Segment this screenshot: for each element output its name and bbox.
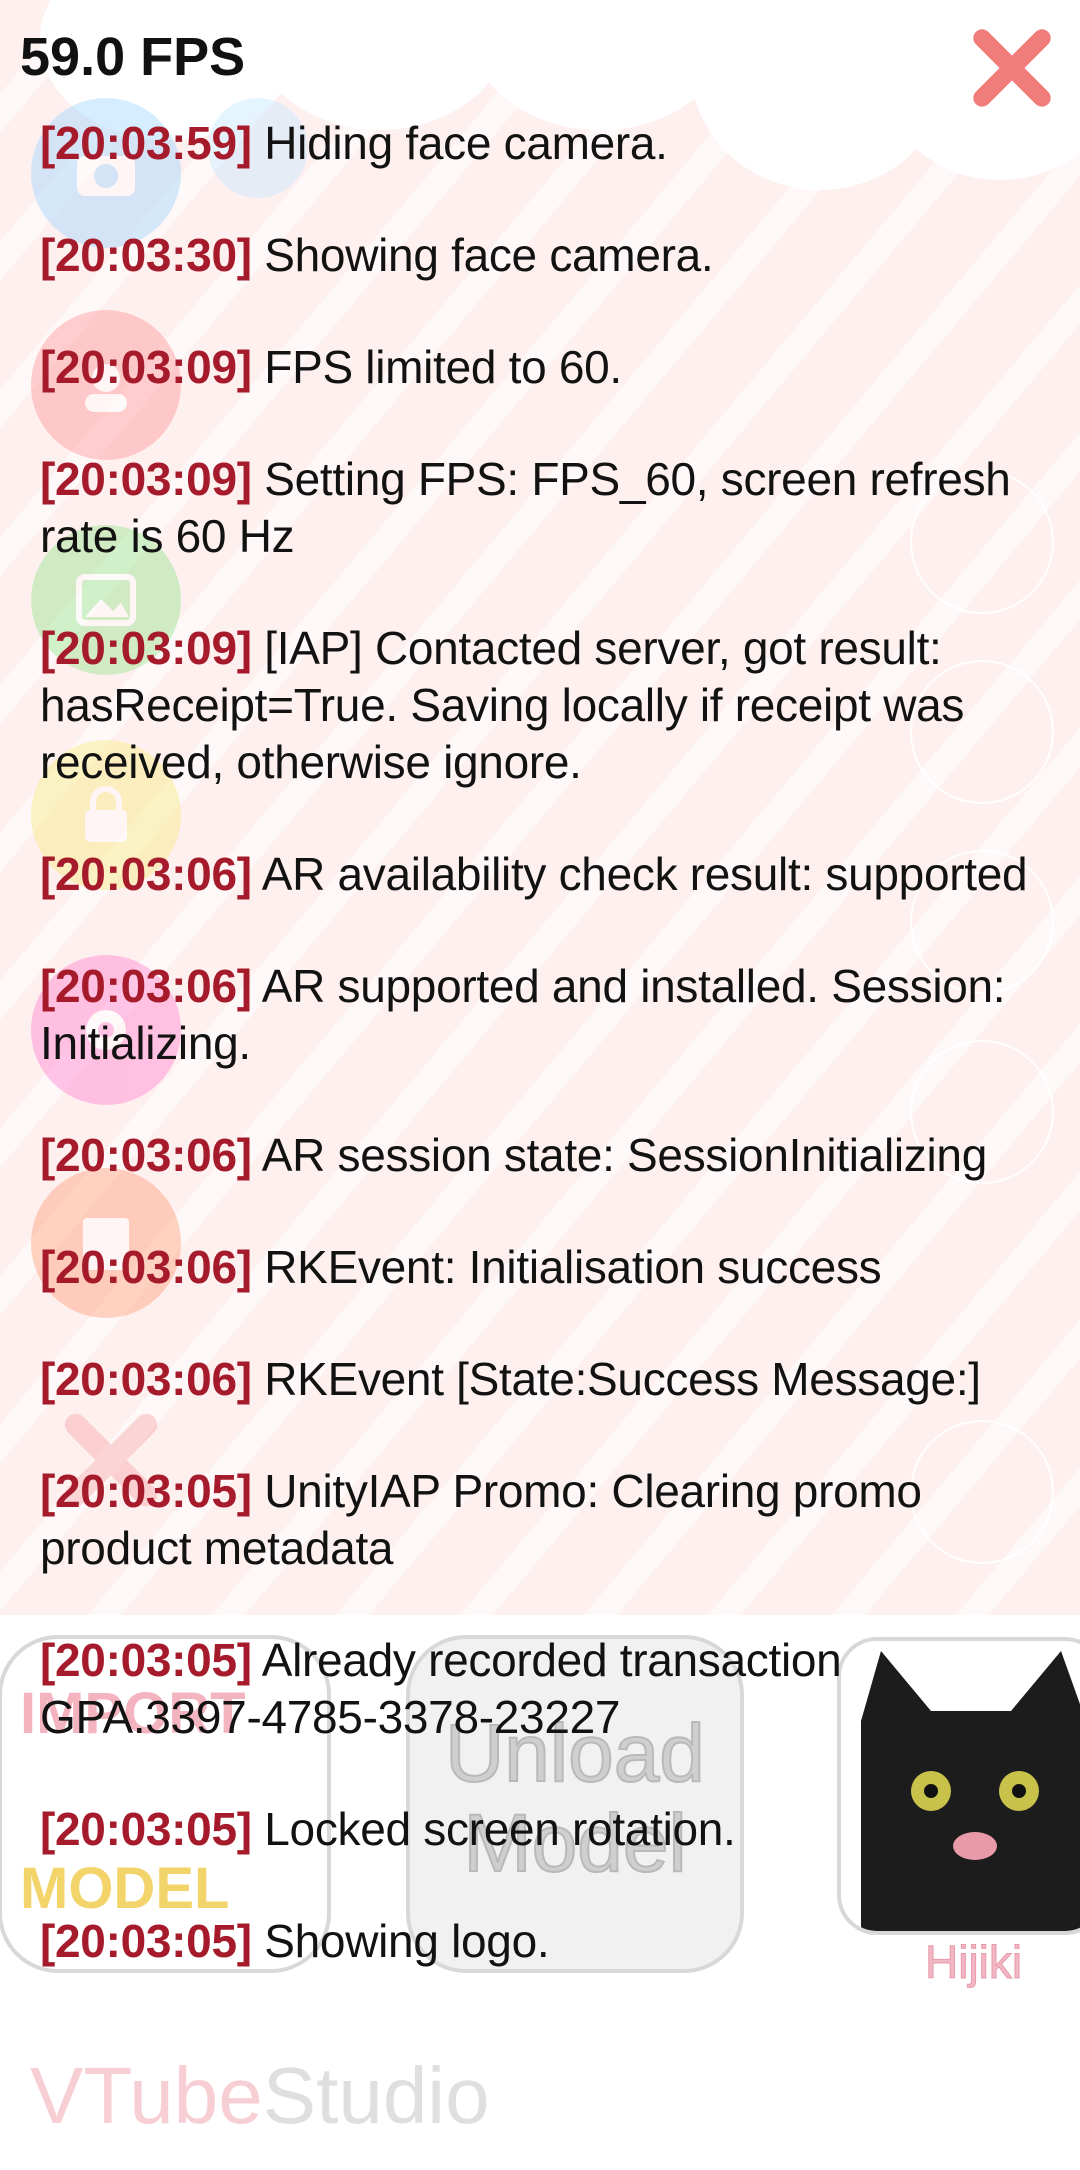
log-timestamp: [20:03:06] xyxy=(40,960,252,1012)
log-timestamp: [20:03:06] xyxy=(40,1353,252,1405)
log-timestamp: [20:03:30] xyxy=(40,229,252,281)
log-entry: [20:03:30] Showing face camera. xyxy=(40,227,1060,284)
log-message: Locked screen rotation. xyxy=(264,1803,736,1855)
log-timestamp: [20:03:06] xyxy=(40,848,252,900)
close-button[interactable] xyxy=(968,24,1056,112)
log-timestamp: [20:03:06] xyxy=(40,1129,252,1181)
brand-logo: VTubeStudio xyxy=(30,2051,490,2140)
log-entry: [20:03:09] FPS limited to 60. xyxy=(40,339,1060,396)
log-message: FPS limited to 60. xyxy=(264,341,622,393)
log-list[interactable]: [20:03:59] Hiding face camera. [20:03:30… xyxy=(40,115,1060,2025)
log-entry: [20:03:06] AR session state: SessionInit… xyxy=(40,1127,1060,1184)
log-entry: [20:03:06] AR supported and installed. S… xyxy=(40,958,1060,1072)
log-timestamp: [20:03:06] xyxy=(40,1241,252,1293)
log-message: Showing logo. xyxy=(264,1915,550,1967)
log-entry: [20:03:05] UnityIAP Promo: Clearing prom… xyxy=(40,1463,1060,1577)
log-message: RKEvent: Initialisation success xyxy=(264,1241,882,1293)
log-timestamp: [20:03:09] xyxy=(40,341,252,393)
log-entry: [20:03:06] RKEvent: Initialisation succe… xyxy=(40,1239,1060,1296)
log-message: Hiding face camera. xyxy=(264,117,668,169)
log-message: Showing face camera. xyxy=(264,229,714,281)
log-entry: [20:03:06] RKEvent [State:Success Messag… xyxy=(40,1351,1060,1408)
log-entry: [20:03:09] [IAP] Contacted server, got r… xyxy=(40,620,1060,791)
log-timestamp: [20:03:05] xyxy=(40,1915,252,1967)
log-entry: [20:03:09] Setting FPS: FPS_60, screen r… xyxy=(40,451,1060,565)
log-timestamp: [20:03:09] xyxy=(40,453,252,505)
log-entry: [20:03:05] Locked screen rotation. xyxy=(40,1801,1060,1858)
log-message: AR session state: SessionInitializing xyxy=(261,1129,988,1181)
log-entry: [20:03:05] Showing logo. xyxy=(40,1913,1060,1970)
fps-counter: 59.0 FPS xyxy=(20,27,246,87)
log-timestamp: [20:03:05] xyxy=(40,1803,252,1855)
log-message: RKEvent [State:Success Message:] xyxy=(264,1353,981,1405)
log-timestamp: [20:03:05] xyxy=(40,1634,252,1686)
log-timestamp: [20:03:09] xyxy=(40,622,252,674)
log-entry: [20:03:06] AR availability check result:… xyxy=(40,846,1060,903)
log-entry: [20:03:05] Already recorded transaction … xyxy=(40,1632,1060,1746)
log-timestamp: [20:03:05] xyxy=(40,1465,252,1517)
log-timestamp: [20:03:59] xyxy=(40,117,252,169)
log-entry: [20:03:59] Hiding face camera. xyxy=(40,115,1060,172)
log-message: AR availability check result: supported xyxy=(261,848,1028,900)
